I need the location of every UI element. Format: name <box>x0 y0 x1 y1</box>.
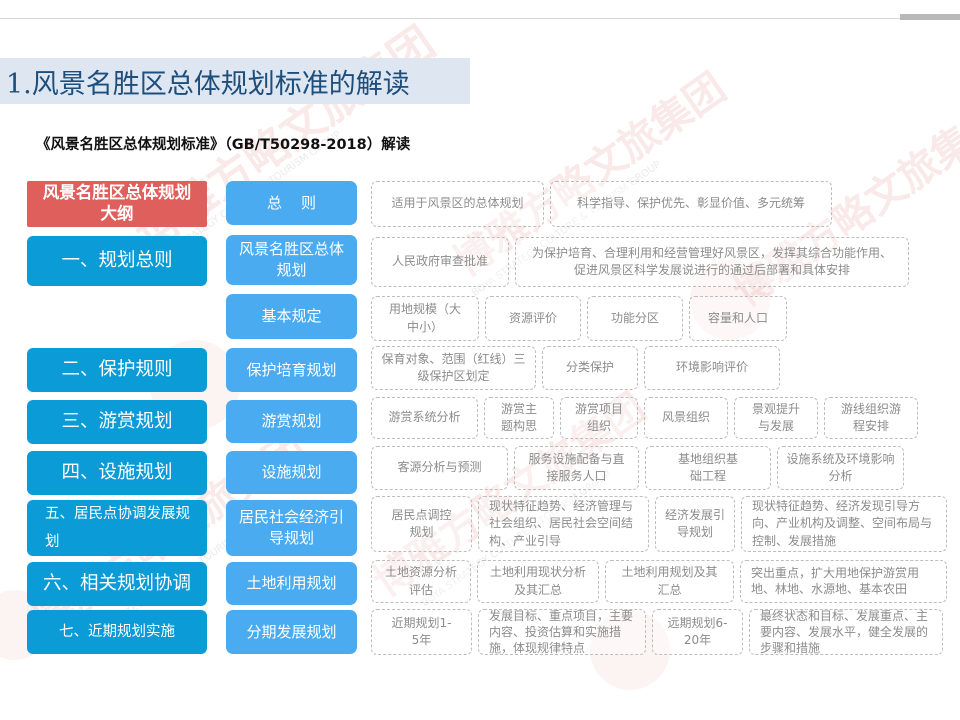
content-box: 人民政府审查批准 <box>371 237 509 287</box>
outline-item-implementation: 七、近期规划实施 <box>27 610 207 654</box>
outline-item-residents: 五、居民点协调发展规划 <box>27 500 207 556</box>
outline-item-protection: 二、保护规则 <box>27 348 207 392</box>
content-box: 容量和人口 <box>689 296 787 341</box>
outline-item-coordination: 六、相关规划协调 <box>27 562 207 606</box>
page-title: 1.风景名胜区总体规划标准的解读 <box>6 69 410 100</box>
content-box: 资源评价 <box>485 296 581 341</box>
content-box: 环境影响评价 <box>644 346 780 390</box>
content-box: 用地规模（大中小） <box>371 296 479 341</box>
content-box: 分类保护 <box>542 346 638 390</box>
outline-item-facilities: 四、设施规划 <box>27 451 207 495</box>
content-box: 土地资源分析评估 <box>371 560 471 603</box>
outline-header: 风景名胜区总体规划大纲 <box>27 181 207 227</box>
content-box: 游线组织游程安排 <box>824 397 918 439</box>
content-box: 保育对象、范围（红线）三级保护区划定 <box>371 346 536 390</box>
top-rule <box>0 18 960 19</box>
content-box: 远期规划6-20年 <box>652 609 743 655</box>
content-box: 发展目标、重点项目，主要内容、投资估算和实施措施，体现规律特点 <box>478 609 646 655</box>
content-box: 游赏主题构思 <box>484 397 554 439</box>
content-box: 土地利用规划及其汇总 <box>605 560 734 603</box>
section-phasing: 分期发展规划 <box>226 610 357 654</box>
content-box: 经济发展引导规划 <box>655 496 735 552</box>
content-box: 景观提升与发展 <box>734 397 818 439</box>
content-box: 基地组织基础工程 <box>645 446 771 490</box>
content-box: 风景组织 <box>644 397 728 439</box>
section-protection: 保护培育规划 <box>226 348 357 392</box>
content-box: 功能分区 <box>587 296 683 341</box>
content-box: 居民点调控规划 <box>371 496 472 552</box>
section-basic-rules: 基本规定 <box>226 294 357 339</box>
outline-item-general: 一、规划总则 <box>27 236 207 286</box>
section-tourism: 游赏规划 <box>226 400 357 443</box>
content-box: 最终状态和目标、发展重点、主要内容、发展水平，健全发展的步骤和措施 <box>749 609 943 655</box>
section-facilities: 设施规划 <box>226 451 357 494</box>
content-box: 突出重点，扩大用地保护游赏用地、林地、水源地、基本农田 <box>740 560 947 603</box>
content-box: 游赏项目组织 <box>560 397 638 439</box>
top-accent <box>900 14 960 20</box>
content-box: 近期规划1-5年 <box>371 609 472 655</box>
content-box: 服务设施配备与直接服务人口 <box>514 446 639 490</box>
content-box: 科学指导、保护优先、彰显价值、多元统筹 <box>550 181 832 227</box>
outline-item-tourism: 三、游赏规划 <box>27 400 207 444</box>
section-land-use: 土地利用规划 <box>226 562 357 605</box>
content-box: 客源分析与预测 <box>371 446 508 490</box>
content-box: 设施系统及环境影响分析 <box>777 446 904 490</box>
content-box: 为保护培育、合理利用和经营管理好风景区，发挥其综合功能作用、促进风景区科学发展说… <box>515 237 909 287</box>
content-box: 现状特征趋势、经济发现引导方向、产业机构及调整、空间布局与控制、发展措施 <box>741 496 947 552</box>
content-box: 适用于风景区的总体规划 <box>371 181 544 227</box>
content-box: 现状特征趋势、经济管理与社会组织、居民社会空间结构、产业引导 <box>478 496 649 552</box>
section-residents-economy: 居民社会经济引导规划 <box>226 500 357 556</box>
section-master-plan: 风景名胜区总体规划 <box>226 235 357 285</box>
section-general: 总 则 <box>226 181 357 225</box>
page-subtitle: 《风景名胜区总体规划标准》（GB/T50298-2018）解读 <box>36 137 411 153</box>
content-box: 游赏系统分析 <box>371 397 478 439</box>
content-box: 土地利用现状分析及其汇总 <box>477 560 599 603</box>
